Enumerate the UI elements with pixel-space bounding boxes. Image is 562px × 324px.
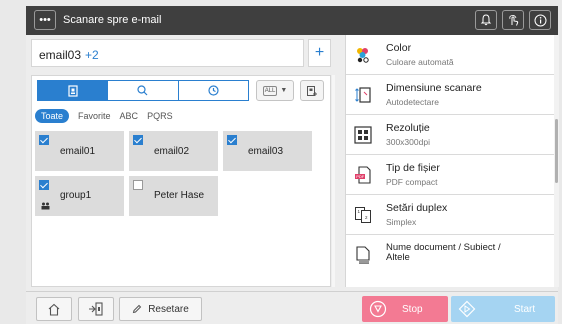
group-icon (41, 202, 50, 212)
option-document-name[interactable]: Nume document / Subiect / Altele (346, 235, 554, 279)
checkbox-checked[interactable] (227, 135, 237, 145)
access-button[interactable] (78, 297, 114, 321)
filter-pqrs[interactable]: PQRS (147, 111, 173, 121)
stop-button[interactable]: Stop (362, 296, 448, 322)
start-label: Start (514, 304, 536, 315)
option-title: Rezoluție (386, 122, 430, 134)
filter-toate[interactable]: Toate (35, 109, 70, 123)
register-address-icon (307, 85, 317, 96)
address-card-email03[interactable]: email03 (223, 131, 312, 171)
home-icon (48, 303, 60, 316)
destination-panel: email03 +2 + ALL ▼ Toate Favorite ABC PQ… (31, 39, 335, 287)
checkbox-unchecked[interactable] (133, 180, 143, 190)
address-book: ALL ▼ Toate Favorite ABC PQRS email01 em… (31, 75, 331, 287)
destination-summary: email03 +2 (39, 48, 99, 62)
chevron-down-icon: ▼ (280, 87, 288, 94)
option-title: Tip de fișier (386, 162, 440, 174)
option-resolution[interactable]: Rezoluție 300x300dpi (346, 115, 554, 155)
color-icon (353, 45, 373, 65)
option-file-type[interactable]: PDF Tip de fișier PDF compact (346, 155, 554, 195)
option-title: Setări duplex (386, 202, 448, 214)
svg-text:PDF: PDF (356, 174, 365, 179)
document-name-icon (353, 245, 373, 265)
header-bar: ••• Scanare spre e-mail (26, 6, 558, 35)
stop-label: Stop (402, 304, 423, 315)
index-filters: Toate Favorite ABC PQRS (35, 109, 173, 123)
tab-history[interactable] (179, 81, 248, 100)
address-card-peter-hase[interactable]: Peter Hase (129, 176, 218, 216)
settings-scrollbar-thumb[interactable] (555, 119, 558, 183)
home-button[interactable] (36, 297, 72, 321)
option-value: Simplex (386, 217, 417, 227)
ellipsis-icon[interactable]: ••• (34, 10, 56, 30)
option-title: Nume document / Subiect / Altele (386, 243, 501, 263)
bell-icon[interactable] (475, 10, 497, 30)
option-value: 300x300dpi (386, 137, 430, 147)
address-book-icon (68, 84, 78, 97)
filter-favorite[interactable]: Favorite (78, 111, 111, 121)
settings-scrollbar[interactable] (554, 35, 559, 287)
address-label: email03 (248, 146, 284, 157)
option-duplex[interactable]: 12 Setări duplex Simplex (346, 195, 554, 235)
address-card-email01[interactable]: email01 (35, 131, 124, 171)
address-card-group1[interactable]: group1 (35, 176, 124, 216)
checkbox-checked[interactable] (39, 180, 49, 190)
filter-abc[interactable]: ABC (120, 111, 139, 121)
option-value: Culoare automată (386, 57, 454, 67)
option-title-line2: Altele (386, 252, 410, 263)
search-icon (137, 85, 148, 96)
option-color[interactable]: Color Culoare automată (346, 35, 554, 75)
scan-size-icon (353, 85, 373, 105)
checkbox-checked[interactable] (39, 135, 49, 145)
scan-to-email-screen: ••• Scanare spre e-mail email03 +2 + ALL… (26, 6, 559, 324)
checkbox-checked[interactable] (133, 135, 143, 145)
all-label: ALL (262, 85, 278, 96)
reset-button[interactable]: Resetare (119, 297, 202, 321)
start-button[interactable]: Start (451, 296, 555, 322)
address-book-tabs (37, 80, 249, 101)
register-destination-button[interactable] (300, 80, 324, 101)
scan-settings-panel: Color Culoare automată Dimensiune scanar… (345, 35, 559, 287)
start-icon (458, 300, 476, 318)
address-label: group1 (60, 190, 92, 201)
address-card-email02[interactable]: email02 (129, 131, 218, 171)
destination-value: email03 (39, 48, 82, 62)
address-label: email02 (154, 146, 190, 157)
duplex-icon: 12 (353, 205, 373, 225)
destination-extra-count: +2 (85, 48, 99, 62)
resolution-icon (353, 125, 373, 145)
address-label: email01 (60, 146, 96, 157)
option-value: Autodetectare (386, 97, 439, 107)
reset-label: Resetare (148, 303, 189, 315)
add-destination-button[interactable]: + (308, 39, 331, 67)
history-clock-icon (208, 85, 219, 96)
address-label: Peter Hase (154, 190, 205, 201)
pencil-icon (133, 304, 142, 314)
option-title: Dimensiune scanare (386, 82, 482, 94)
tab-address-book[interactable] (38, 81, 109, 100)
info-icon[interactable] (529, 10, 551, 30)
address-scrollbar[interactable] (332, 75, 335, 287)
all-dropdown-button[interactable]: ALL ▼ (256, 80, 294, 101)
option-scan-size[interactable]: Dimensiune scanare Autodetectare (346, 75, 554, 115)
page-title: Scanare spre e-mail (63, 14, 162, 26)
destination-field[interactable]: email03 +2 (31, 39, 304, 67)
option-title: Color (386, 42, 412, 54)
svg-text:1: 1 (358, 209, 361, 214)
option-value: PDF compact (386, 177, 438, 187)
stop-icon (369, 300, 387, 318)
access-icon (89, 302, 103, 316)
footer-bar: Resetare Stop Start (26, 291, 558, 324)
touch-hand-icon[interactable] (502, 10, 524, 30)
tab-search[interactable] (108, 81, 179, 100)
file-type-icon: PDF (353, 165, 373, 185)
